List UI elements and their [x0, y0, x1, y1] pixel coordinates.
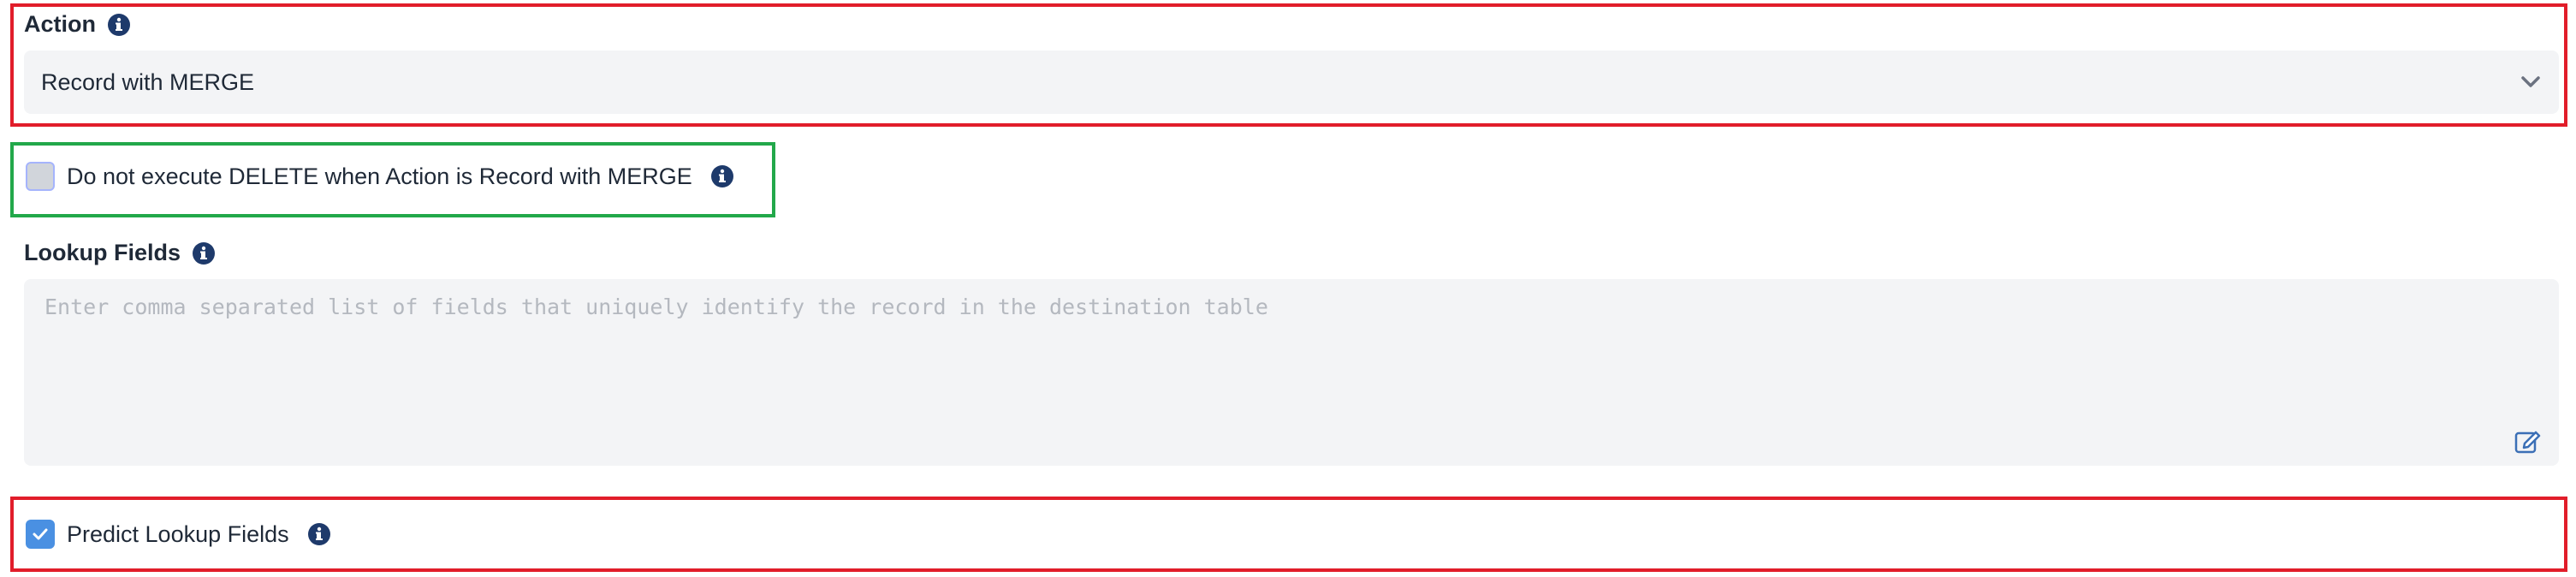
no-delete-row: Do not execute DELETE when Action is Rec…	[26, 162, 733, 191]
lookup-label: Lookup Fields	[24, 240, 181, 265]
lookup-label-row: Lookup Fields	[24, 240, 216, 265]
no-delete-checkbox[interactable]	[26, 162, 55, 191]
info-icon[interactable]	[108, 13, 130, 36]
edit-icon[interactable]	[2514, 428, 2542, 454]
action-label: Action	[24, 11, 96, 37]
check-icon	[33, 528, 48, 540]
chevron-down-icon	[2521, 76, 2540, 88]
action-label-row: Action	[24, 13, 130, 36]
action-select[interactable]: Record with MERGE	[24, 51, 2559, 114]
predict-label[interactable]: Predict Lookup Fields	[67, 521, 289, 548]
info-icon[interactable]	[307, 523, 330, 545]
info-icon[interactable]	[710, 165, 733, 187]
lookup-fields-input[interactable]	[24, 279, 2559, 466]
lookup-fields-field	[24, 279, 2559, 466]
predict-row: Predict Lookup Fields	[26, 520, 330, 549]
highlight-predict	[10, 497, 2567, 572]
info-icon[interactable]	[193, 241, 216, 265]
no-delete-label[interactable]: Do not execute DELETE when Action is Rec…	[67, 164, 692, 190]
predict-checkbox[interactable]	[26, 520, 55, 549]
action-select-value: Record with MERGE	[41, 68, 255, 95]
